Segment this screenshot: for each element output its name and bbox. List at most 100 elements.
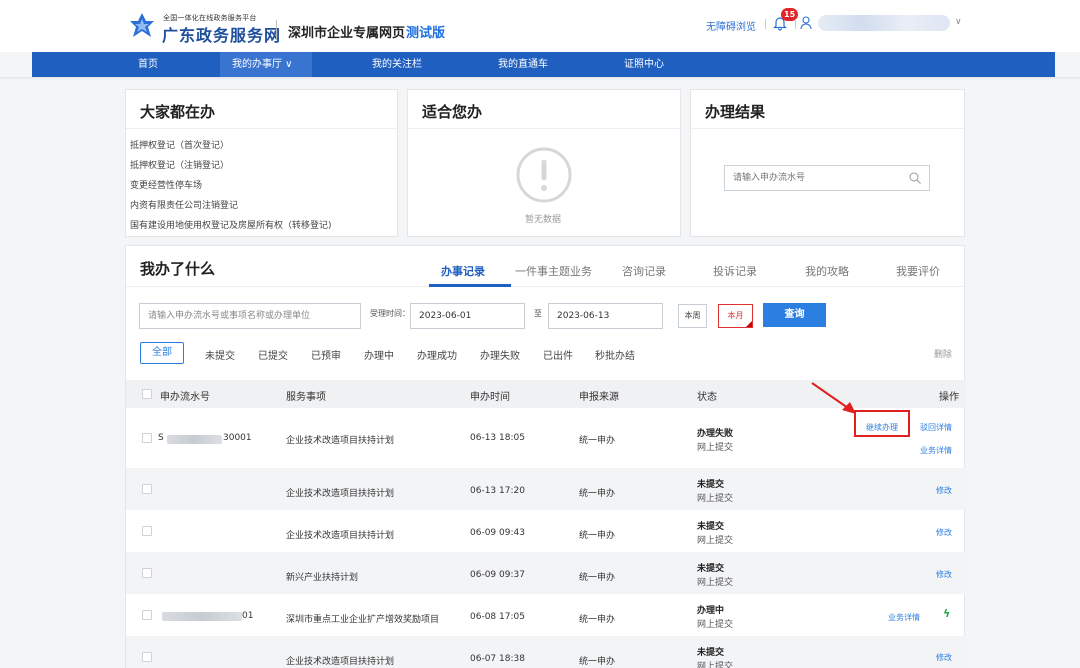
apply-source: 统一申办 [579,615,616,625]
row-checkbox[interactable] [142,526,152,536]
date-to-input[interactable]: 2023-06-13 [548,303,663,329]
delete-link[interactable]: 删除 [934,347,952,360]
filter-all[interactable]: 全部 [140,342,184,364]
status-text: 未提交 [697,564,725,574]
filter-submitted[interactable]: 已提交 [258,347,288,362]
edit-link[interactable]: 修改 [936,527,952,538]
tab-consult[interactable]: 咨询记录 [622,263,666,279]
popular-item[interactable]: 国有建设用地使用权登记及房屋所有权（转移登记) [130,218,332,231]
reject-details-link[interactable]: 驳回详情 [920,422,952,433]
edit-link[interactable]: 修改 [936,652,952,663]
tab-complaint[interactable]: 投诉记录 [713,263,757,279]
apply-source: 统一申办 [579,436,616,446]
nav-home[interactable]: 首页 [138,52,158,77]
serial-redacted [162,612,242,621]
row-checkbox[interactable] [142,652,152,662]
tab-divider [126,286,964,287]
service-name: 深圳市重点工业企业扩产增效奖励项目 [286,615,440,625]
to-label: 至 [534,309,542,318]
status-text: 未提交 [697,648,725,658]
user-icon[interactable] [800,16,812,30]
result-search-box [724,165,930,191]
select-all-checkbox[interactable] [142,389,152,399]
nav-shadow [0,77,1080,80]
this-month-button[interactable]: 本月 [718,304,753,328]
chevron-down-icon[interactable]: ∨ [955,17,962,27]
business-details-link[interactable]: 业务详情 [888,612,920,623]
table-row: 企业技术改造项目扶持计划 06-09 09:43 统一申办 未提交 网上提交 修… [126,510,966,552]
table-row: 新兴产业扶持计划 06-09 09:37 统一申办 未提交 网上提交 修改 [126,552,966,594]
gov-logo-icon [130,13,154,37]
tab-evaluate[interactable]: 我要评价 [896,263,940,279]
status-text: 办理失败 [697,429,734,439]
records-section: 我办了什么 办事记录 一件事主题业务 咨询记录 投诉记录 我的攻略 我要评价 请… [125,245,966,668]
status-text: 办理中 [697,606,725,616]
apply-source: 统一申办 [579,531,616,541]
header-divider [276,20,277,40]
tab-active-indicator [429,284,511,287]
popular-item[interactable]: 变更经营性停车场 [130,178,202,191]
apply-time: 06-09 09:43 [470,528,525,538]
filter-processing[interactable]: 办理中 [364,347,394,362]
this-week-button[interactable]: 本周 [678,304,707,328]
status-channel: 网上提交 [697,662,734,668]
apply-time: 06-09 09:37 [470,570,525,580]
service-name: 新兴产业扶持计划 [286,573,359,583]
col-time: 申办时间 [470,392,510,403]
popular-item[interactable]: 内资有限责任公司注销登记 [130,198,238,211]
tab-one-thing[interactable]: 一件事主题业务 [515,263,592,279]
col-status: 状态 [697,392,717,403]
serial-suffix: 30001 [223,433,252,443]
result-title: 办理结果 [705,103,766,121]
serial-prefix: S [158,433,164,443]
row-checkbox[interactable] [142,610,152,620]
row-checkbox[interactable] [142,484,152,494]
query-button[interactable]: 查询 [763,303,826,327]
accessibility-link[interactable]: 无障碍浏览 [706,18,756,33]
site-tag: 测试版 [406,26,446,41]
table-row: 企业技术改造项目扶持计划 06-13 17:20 统一申办 未提交 网上提交 修… [126,468,966,510]
apply-source: 统一申办 [579,657,616,667]
filter-success[interactable]: 办理成功 [417,347,457,362]
apply-time: 06-07 18:38 [470,654,525,664]
top-header: 全国一体化在线政务服务平台 广东政务服务网 深圳市企业专属网页 测试版 无障碍浏… [0,0,1080,52]
user-name-redacted[interactable] [818,15,950,31]
service-name: 企业技术改造项目扶持计划 [286,489,395,499]
date-from-input[interactable]: 2023-06-01 [410,303,525,329]
filter-failed[interactable]: 办理失败 [480,347,520,362]
records-title: 我办了什么 [140,260,216,278]
edit-link[interactable]: 修改 [936,569,952,580]
row-checkbox[interactable] [142,568,152,578]
edit-link[interactable]: 修改 [936,485,952,496]
col-actions: 操作 [939,392,959,403]
card-divider [126,128,397,129]
popular-card: 大家都在办 抵押权登记（首次登记） 抵押权登记（注销登记） 变更经营性停车场 内… [125,89,398,237]
col-service: 服务事项 [286,392,326,403]
result-search-input[interactable] [733,170,903,186]
business-details-link[interactable]: 业务详情 [920,445,952,456]
filter-issued[interactable]: 已出件 [543,347,573,362]
suitable-title: 适合您办 [422,103,483,121]
status-channel: 网上提交 [697,578,734,588]
search-icon[interactable] [909,172,921,184]
tab-records[interactable]: 办事记录 [441,263,485,279]
selected-corner-icon [746,321,752,327]
this-month-label: 本月 [727,311,744,320]
filter-prereviewed[interactable]: 已预审 [311,347,341,362]
popular-item[interactable]: 抵押权登记（注销登记） [130,158,229,171]
status-channel: 网上提交 [697,536,734,546]
filter-unsubmitted[interactable]: 未提交 [205,347,235,362]
filter-instant-approval[interactable]: 秒批办结 [595,347,635,362]
popular-title: 大家都在办 [140,103,216,121]
nav-my-hall[interactable]: 我的办事厅 ∨ [220,52,312,77]
nav-license-center[interactable]: 证照中心 [624,52,664,77]
records-search-input[interactable]: 请输入申办流水号或事项名称或办理单位 [139,303,361,329]
row-checkbox[interactable] [142,433,152,443]
empty-state-text: 暂无数据 [525,215,562,225]
tab-guides[interactable]: 我的攻略 [805,263,849,279]
platform-name[interactable]: 广东政务服务网 [162,22,281,46]
apply-time: 06-13 17:20 [470,486,525,496]
nav-my-follow[interactable]: 我的关注栏 [372,52,422,77]
nav-direct[interactable]: 我的直通车 [498,52,548,77]
popular-item[interactable]: 抵押权登记（首次登记） [130,138,229,151]
